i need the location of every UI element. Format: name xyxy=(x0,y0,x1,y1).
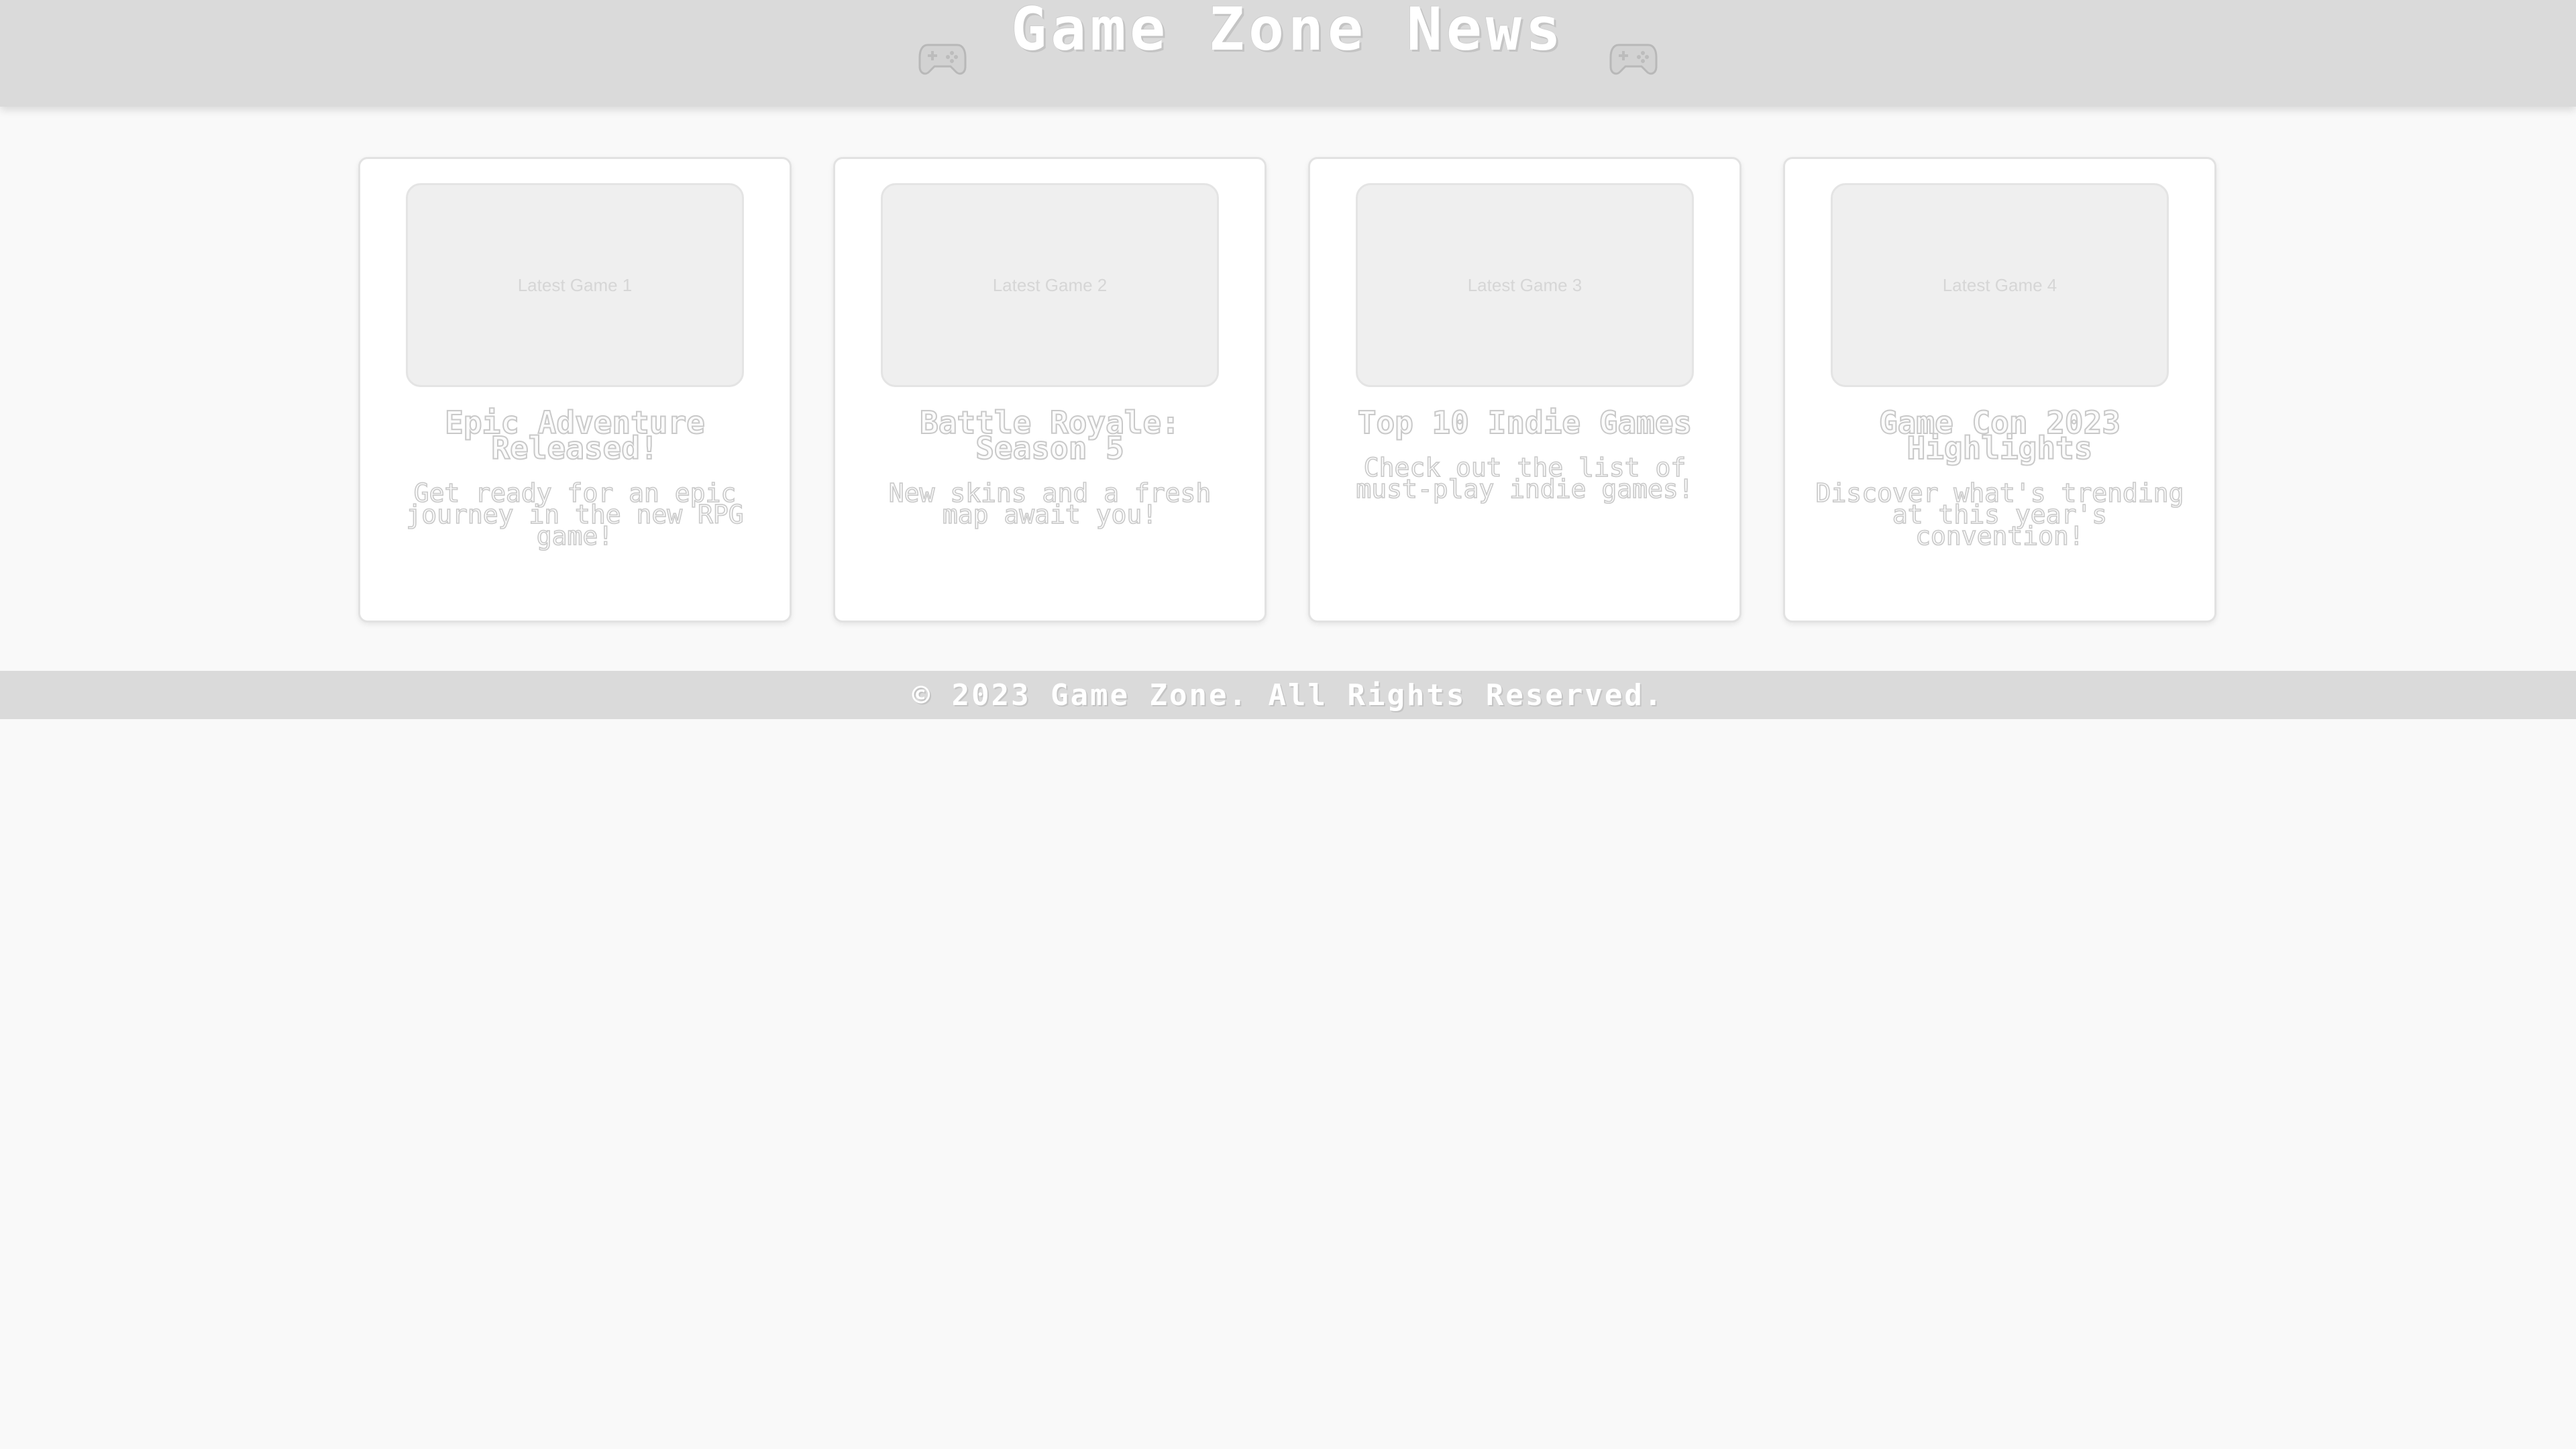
card-title[interactable]: Battle Royale: Season 5 xyxy=(862,407,1238,464)
card-description: New skins and a fresh map await you! xyxy=(888,478,1212,529)
card-title[interactable]: Epic Adventure Released! xyxy=(387,407,763,464)
card-image-placeholder[interactable]: Latest Game 4 xyxy=(1831,183,2169,387)
news-card[interactable]: Latest Game 3 Top 10 Indie Games Check o… xyxy=(1308,157,1741,623)
card-image-placeholder[interactable]: Latest Game 2 xyxy=(881,183,1219,387)
site-title: Game Zone News xyxy=(1011,0,1565,64)
game-controller-icon xyxy=(918,40,967,77)
card-image-label: Latest Game 2 xyxy=(992,274,1108,295)
game-controller-icon xyxy=(1609,40,1658,77)
card-image-label: Latest Game 4 xyxy=(1942,274,2057,295)
card-title[interactable]: Game Con 2023 Highlights xyxy=(1812,407,2188,464)
site-footer: © 2023 Game Zone. All Rights Reserved. xyxy=(0,671,2576,719)
news-card[interactable]: Latest Game 4 Game Con 2023 Highlights D… xyxy=(1783,157,2216,623)
card-image-label: Latest Game 3 xyxy=(1467,274,1582,295)
card-image-placeholder[interactable]: Latest Game 1 xyxy=(406,183,744,387)
card-description: Get ready for an epic journey in the new… xyxy=(406,478,745,551)
news-card[interactable]: Latest Game 2 Battle Royale: Season 5 Ne… xyxy=(833,157,1267,623)
card-image-placeholder[interactable]: Latest Game 3 xyxy=(1356,183,1694,387)
card-title[interactable]: Top 10 Indie Games xyxy=(1337,407,1713,439)
news-card-grid: Latest Game 1 Epic Adventure Released! G… xyxy=(358,157,2216,623)
card-description: Check out the list of must-play indie ga… xyxy=(1356,453,1695,504)
card-image-label: Latest Game 1 xyxy=(517,274,633,295)
news-card[interactable]: Latest Game 1 Epic Adventure Released! G… xyxy=(358,157,792,623)
site-header: Game Zone News xyxy=(0,0,2576,107)
card-description: Discover what's trending at this year's … xyxy=(1815,478,2185,551)
copyright-text: © 2023 Game Zone. All Rights Reserved. xyxy=(912,678,1664,712)
